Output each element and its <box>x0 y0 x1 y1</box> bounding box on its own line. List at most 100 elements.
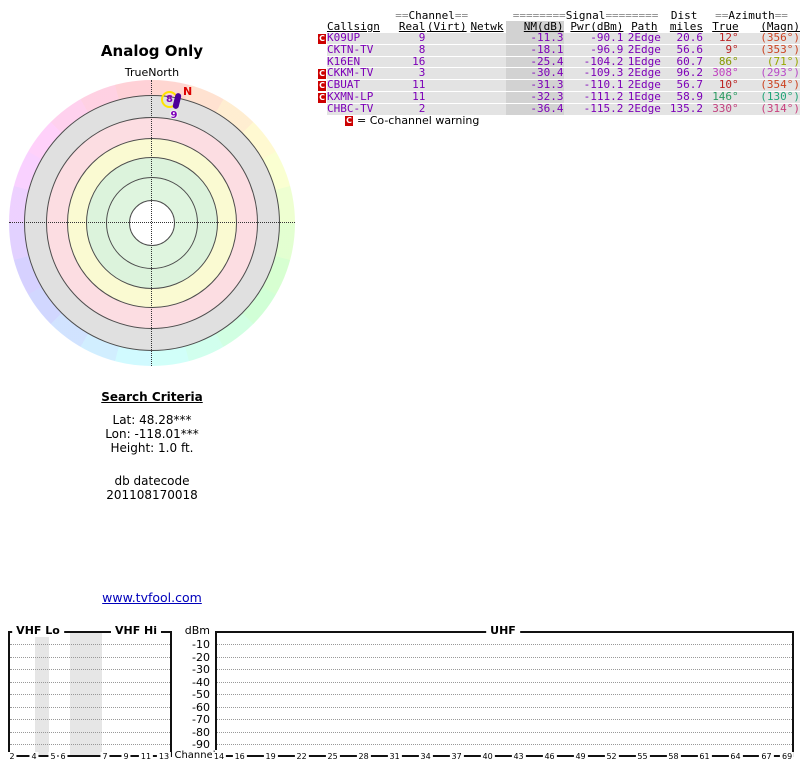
nm-db-cell: -36.4 <box>506 104 564 116</box>
uhf-channel-tick: 40 <box>480 752 494 761</box>
site-link-wrap: www.tvfool.com <box>0 590 304 605</box>
azimuth-magn-cell: (314°) <box>739 104 800 116</box>
co-channel-warning-icon: C <box>318 33 327 45</box>
signal-table-body: CK09UP9-11.3-90.12Edge20.612°(356°)CKTN-… <box>318 33 800 115</box>
signal-table: ==Channel== ========Signal======== Dist … <box>318 10 800 116</box>
network-cell <box>468 45 506 57</box>
network-cell <box>468 92 506 104</box>
dbm-gridline <box>10 694 170 695</box>
col-header-virt: (Virt) <box>425 21 468 33</box>
badge-cell <box>318 104 327 116</box>
virt-channel-cell <box>425 33 468 45</box>
uhf-channel-tick: 16 <box>233 752 247 761</box>
uhf-channel-tick: 46 <box>542 752 556 761</box>
vhf-channel-tick: 9 <box>121 752 130 761</box>
dbm-gridline <box>217 657 792 658</box>
virt-channel-cell <box>425 45 468 57</box>
col-header-netwk: Netwk <box>468 21 506 33</box>
azimuth-polar-plot: N 8 9 <box>9 80 295 366</box>
virt-channel-cell <box>425 68 468 80</box>
distance-miles-cell: 135.2 <box>665 104 703 116</box>
vhf-channel-tick: 4 <box>29 752 38 761</box>
uhf-channel-tick: 49 <box>573 752 587 761</box>
dbm-gridline <box>10 682 170 683</box>
uhf-channel-tick: 22 <box>295 752 309 761</box>
co-channel-warning-icon: C <box>318 68 327 80</box>
dbm-gridline <box>10 744 170 745</box>
vhf-channel-tick: 2 <box>7 752 16 761</box>
virt-channel-cell <box>425 92 468 104</box>
dbm-gridline <box>217 669 792 670</box>
dbm-gridline <box>10 732 170 733</box>
co-channel-legend: C= Co-channel warning <box>345 114 479 127</box>
path-cell: 2Edge <box>623 104 665 116</box>
dbm-axis-label: dBm <box>170 624 210 637</box>
dbm-gridline <box>217 644 792 645</box>
azimuth-true-cell: 330° <box>703 104 739 116</box>
polar-plot-title: Analog Only <box>0 42 304 60</box>
dbm-gridline <box>217 707 792 708</box>
dbm-tick-label: -10 <box>170 638 210 651</box>
network-cell <box>468 56 506 68</box>
uhf-channel-tick: 64 <box>728 752 742 761</box>
co-channel-warning-icon: C <box>318 92 327 104</box>
dbm-gridline <box>10 657 170 658</box>
uhf-channel-tick: 43 <box>511 752 525 761</box>
vhf-channel-tick: 5 <box>48 752 57 761</box>
dbm-tick-label: -50 <box>170 688 210 701</box>
virt-channel-cell <box>425 56 468 68</box>
channel-9-marker: 9 <box>167 110 181 121</box>
uhf-channel-tick: 31 <box>388 752 402 761</box>
east-west-axis-line <box>9 222 295 223</box>
uhf-channel-tick: 34 <box>419 752 433 761</box>
uhf-label: UHF <box>486 624 520 637</box>
dbm-gridline <box>217 719 792 720</box>
uhf-channel-tick: 19 <box>264 752 278 761</box>
db-datecode-value: 201108170018 <box>0 488 304 502</box>
vhf-spectrum-panel <box>8 631 172 757</box>
vhf-channel-tick: 11 <box>139 752 153 761</box>
db-datecode: db datecode 201108170018 <box>0 474 304 502</box>
network-cell <box>468 80 506 92</box>
north-marker-label: N <box>183 85 192 98</box>
uhf-channel-tick: 25 <box>326 752 340 761</box>
uhf-channel-tick: 37 <box>449 752 463 761</box>
uhf-channel-tick: 28 <box>357 752 371 761</box>
dbm-gridline <box>10 669 170 670</box>
uhf-channel-tick: 67 <box>759 752 773 761</box>
co-channel-warning-icon: C <box>318 80 327 92</box>
dbm-tick-label: -20 <box>170 651 210 664</box>
search-criteria-title: Search Criteria <box>0 390 304 404</box>
dbm-gridline <box>10 719 170 720</box>
dbm-gridline <box>217 694 792 695</box>
latitude-value: Lat: 48.28*** <box>0 413 304 427</box>
dbm-tick-label: -40 <box>170 676 210 689</box>
polar-center-circle <box>129 200 175 246</box>
channel-axis-label: Channel <box>172 750 217 761</box>
north-south-axis-line <box>151 80 152 366</box>
uhf-channel-tick: 52 <box>604 752 618 761</box>
dbm-gridline <box>217 744 792 745</box>
height-value: Height: 1.0 ft. <box>0 441 304 455</box>
dbm-gridline <box>217 732 792 733</box>
dbm-gridline <box>10 644 170 645</box>
uhf-channel-tick: 61 <box>697 752 711 761</box>
vhf-channel-tick: 6 <box>58 752 67 761</box>
virt-channel-cell <box>425 80 468 92</box>
true-north-label: TrueNorth <box>0 66 304 79</box>
vhf-lo-label: VHF Lo <box>12 624 64 637</box>
vhf-hi-label: VHF Hi <box>111 624 161 637</box>
tvfool-link[interactable]: www.tvfool.com <box>102 590 202 605</box>
tvfool-report-page: Analog Only TrueNorth N 8 9 ==Channel== … <box>0 0 800 768</box>
dbm-gridline <box>217 682 792 683</box>
co-channel-warning-icon: C <box>345 116 353 126</box>
badge-cell <box>318 56 327 68</box>
db-datecode-label: db datecode <box>0 474 304 488</box>
dbm-tick-label: -30 <box>170 663 210 676</box>
uhf-channel-tick: 55 <box>635 752 649 761</box>
network-cell <box>468 68 506 80</box>
dbm-tick-label: -60 <box>170 701 210 714</box>
uhf-channel-tick: 58 <box>666 752 680 761</box>
power-dbm-cell: -115.2 <box>564 104 624 116</box>
uhf-spectrum-panel <box>215 631 794 757</box>
